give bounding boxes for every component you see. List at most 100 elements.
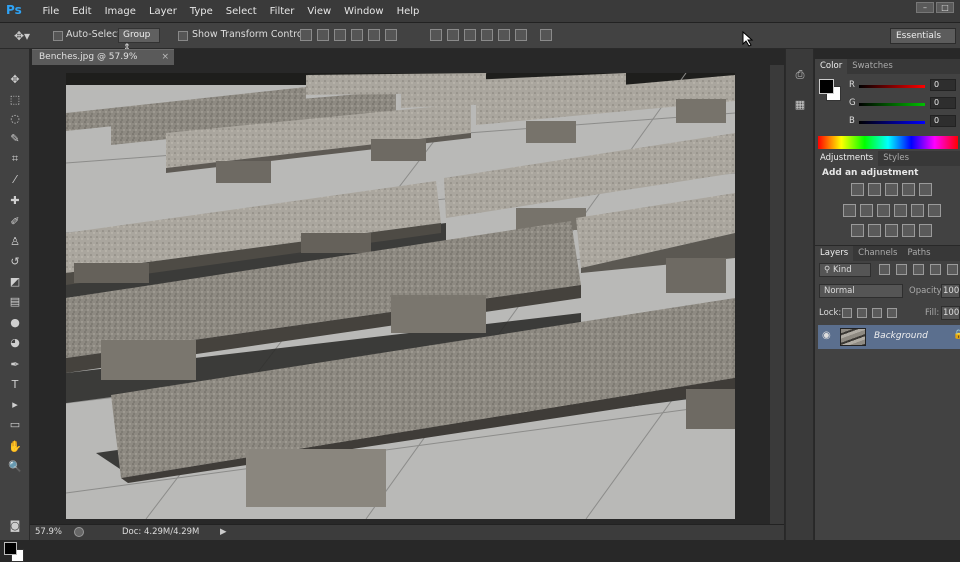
brightness-contrast-icon[interactable] [851,183,864,196]
invert-icon[interactable] [851,224,864,237]
clone-stamp-tool-icon[interactable]: ♙ [7,235,23,249]
blur-tool-icon[interactable]: ● [7,316,23,330]
lock-position-icon[interactable] [872,308,882,318]
healing-brush-tool-icon[interactable]: ✚ [7,194,23,208]
auto-align-icon[interactable] [540,29,552,41]
menu-view[interactable]: View [301,0,338,23]
menu-select[interactable]: Select [219,0,263,23]
crop-tool-icon[interactable]: ⌗ [7,152,23,166]
workspace-switcher[interactable]: Essentials [890,28,956,44]
threshold-icon[interactable] [885,224,898,237]
distribute-bottom-icon[interactable] [464,29,476,41]
fill-field[interactable]: 100% [941,306,960,320]
color-spectrum[interactable] [818,136,958,149]
hand-tool-icon[interactable]: ✋ [7,440,23,454]
show-transform-checkbox[interactable] [178,31,188,41]
layer-filter-dropdown[interactable]: ⚲ Kind [819,263,871,277]
layer-row-background[interactable]: ◉ Background 🔒 [818,325,960,349]
distribute-right-icon[interactable] [515,29,527,41]
document-tab[interactable]: Benches.jpg @ 57.9% (RGB/8) × [32,49,174,77]
opacity-field[interactable]: 100% [941,284,960,298]
posterize-icon[interactable] [868,224,881,237]
channel-mixer-icon[interactable] [911,204,924,217]
blue-slider[interactable]: B 0 [849,115,960,128]
gradient-map-icon[interactable] [902,224,915,237]
selective-color-icon[interactable] [919,224,932,237]
green-track[interactable] [859,103,925,106]
status-menu-arrow-icon[interactable]: ▶ [220,525,227,540]
distribute-left-icon[interactable] [481,29,493,41]
green-slider[interactable]: G 0 [849,97,960,110]
tab-styles[interactable]: Styles [878,151,914,166]
type-tool-icon[interactable]: T [7,378,23,392]
green-value[interactable]: 0 [930,97,956,109]
tab-color[interactable]: Color [815,59,848,74]
type-filter-icon[interactable] [913,264,924,275]
exposure-icon[interactable] [902,183,915,196]
color-foreground-swatch[interactable] [819,79,834,94]
red-value[interactable]: 0 [930,79,956,91]
menu-image[interactable]: Image [98,0,142,23]
tab-paths[interactable]: Paths [902,246,935,261]
red-slider[interactable]: R 0 [849,79,960,92]
photo-filter-icon[interactable] [894,204,907,217]
eraser-tool-icon[interactable]: ◩ [7,275,23,289]
color-lookup-icon[interactable] [928,204,941,217]
move-tool-icon[interactable]: ✥ [7,73,23,87]
menu-window[interactable]: Window [338,0,390,23]
menu-layer[interactable]: Layer [142,0,183,23]
smart-object-filter-icon[interactable] [947,264,958,275]
red-track[interactable] [859,85,925,88]
zoom-readout[interactable]: 57.9% [35,525,62,540]
vibrance-icon[interactable] [919,183,932,196]
properties-panel-icon[interactable]: ▦ [793,98,807,112]
path-selection-tool-icon[interactable]: ▸ [7,398,23,412]
minimize-button[interactable]: – [916,2,934,13]
tab-swatches[interactable]: Swatches [847,59,898,74]
eyedropper-tool-icon[interactable]: ⁄ [7,173,23,187]
align-top-icon[interactable] [300,29,312,41]
align-right-icon[interactable] [385,29,397,41]
menu-help[interactable]: Help [390,0,426,23]
dodge-tool-icon[interactable]: ◕ [7,336,23,350]
blend-mode-dropdown[interactable]: Normal [819,284,903,298]
adjustment-filter-icon[interactable] [896,264,907,275]
close-document-icon[interactable]: × [161,50,169,65]
align-left-icon[interactable] [351,29,363,41]
distribute-hcenter-icon[interactable] [498,29,510,41]
distribute-vcenter-icon[interactable] [447,29,459,41]
align-bottom-icon[interactable] [334,29,346,41]
curves-icon[interactable] [885,183,898,196]
menu-file[interactable]: File [36,0,66,23]
lasso-tool-icon[interactable]: ◌ [7,112,23,126]
pixel-filter-icon[interactable] [879,264,890,275]
menu-type[interactable]: Type [183,0,219,23]
menu-edit[interactable]: Edit [66,0,98,23]
distribute-top-icon[interactable] [430,29,442,41]
hue-saturation-icon[interactable] [843,204,856,217]
layer-name[interactable]: Background [874,331,928,341]
shape-filter-icon[interactable] [930,264,941,275]
status-info-icon[interactable] [74,527,84,537]
gradient-tool-icon[interactable]: ▤ [7,295,23,309]
blue-track[interactable] [859,121,925,124]
lock-pixels-icon[interactable] [857,308,867,318]
lock-transparency-icon[interactable] [842,308,852,318]
history-brush-tool-icon[interactable]: ↺ [7,255,23,269]
move-tool-icon[interactable]: ✥▾ [14,29,30,43]
quick-select-tool-icon[interactable]: ✎ [7,132,23,146]
rectangle-tool-icon[interactable]: ▭ [7,418,23,432]
quick-mask-icon[interactable]: ◙ [7,519,23,533]
auto-select-checkbox[interactable] [53,31,63,41]
blue-value[interactable]: 0 [930,115,956,127]
eye-icon[interactable]: ◉ [822,330,831,341]
vertical-scrollbar[interactable] [770,65,784,524]
auto-select-dropdown[interactable]: Group ⇕ [118,28,160,53]
color-balance-icon[interactable] [860,204,873,217]
tab-channels[interactable]: Channels [853,246,902,261]
marquee-tool-icon[interactable]: ⬚ [7,93,23,107]
tab-adjustments[interactable]: Adjustments [815,151,879,166]
menu-filter[interactable]: Filter [263,0,301,23]
align-vcenter-icon[interactable] [317,29,329,41]
tab-layers[interactable]: Layers [815,246,854,261]
